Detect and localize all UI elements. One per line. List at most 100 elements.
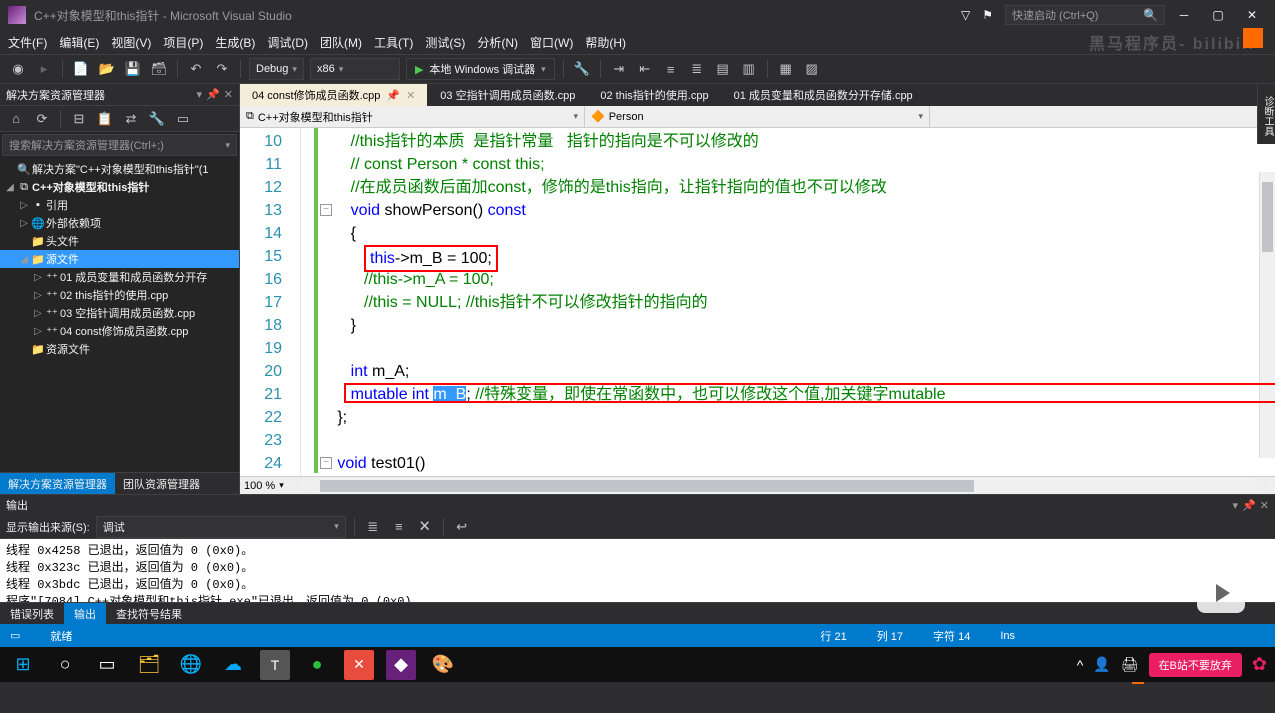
menu-item[interactable]: 分析(N) xyxy=(477,34,518,51)
uncomment-icon[interactable]: ▥ xyxy=(739,59,759,79)
sync-icon[interactable]: ⇄ xyxy=(121,109,141,129)
save-all-icon[interactable]: 🗃 xyxy=(149,59,169,79)
menu-item[interactable]: 团队(M) xyxy=(320,34,362,51)
output-source-combo[interactable]: 调试▾ xyxy=(96,516,346,538)
next-bm-icon[interactable]: ▨ xyxy=(802,59,822,79)
tree-item[interactable]: ▷⁺⁺03 空指针调用成员函数.cpp xyxy=(0,304,239,322)
pin-icon[interactable]: 📌 xyxy=(386,89,400,102)
file-tab[interactable]: 02 this指针的使用.cpp xyxy=(588,84,721,106)
output-tab[interactable]: 输出 xyxy=(64,603,106,624)
home-icon[interactable]: ⌂ xyxy=(6,109,26,129)
menu-item[interactable]: 帮助(H) xyxy=(585,34,626,51)
redo-icon[interactable]: ↷ xyxy=(212,59,232,79)
platform-combo[interactable]: x86▾ xyxy=(310,58,400,80)
nav-project-combo[interactable]: ⧉C++对象模型和this指针▾ xyxy=(240,106,585,127)
zoom-combo[interactable]: 100 %▾ xyxy=(240,480,300,492)
properties-icon[interactable]: 🔧 xyxy=(147,109,167,129)
tray-up-icon[interactable]: ^ xyxy=(1077,657,1084,673)
start-button[interactable]: ⊞ xyxy=(8,650,38,680)
dropdown-icon[interactable]: ▾ xyxy=(197,88,203,101)
cloud-icon[interactable]: ☁ xyxy=(218,650,248,680)
collapse-icon[interactable]: ⊟ xyxy=(69,109,89,129)
maximize-button[interactable]: ▢ xyxy=(1203,5,1233,25)
out-clear-icon[interactable]: 🗙 xyxy=(415,517,435,537)
feedback-icon[interactable]: ⚑ xyxy=(982,8,993,22)
bookmark-icon[interactable]: ▦ xyxy=(776,59,796,79)
output-body[interactable]: 线程 0x4258 已退出，返回值为 0 (0x0)。 线程 0x323c 已退… xyxy=(0,539,1275,602)
tree-item[interactable]: ▷🌐外部依赖项 xyxy=(0,214,239,232)
output-tab[interactable]: 错误列表 xyxy=(0,603,64,624)
tree-item[interactable]: ▷▪引用 xyxy=(0,196,239,214)
nav-member-combo[interactable]: ▾ xyxy=(930,106,1275,127)
start-debug-button[interactable]: ▶本地 Windows 调试器▾ xyxy=(406,58,555,80)
step-icon[interactable]: ⇥ xyxy=(609,59,629,79)
tree-item[interactable]: 🔍解决方案"C++对象模型和this指针"(1 xyxy=(0,160,239,178)
video-play-button[interactable] xyxy=(1197,573,1245,613)
open-file-icon[interactable]: 📂 xyxy=(97,59,117,79)
out-dropdown-icon[interactable]: ▾ xyxy=(1233,499,1239,512)
diagnostic-tools-tab[interactable]: 诊断工具 xyxy=(1257,84,1275,144)
menu-item[interactable]: 编辑(E) xyxy=(59,34,99,51)
scroll-left-icon[interactable]: ◂ xyxy=(300,479,306,493)
tray-people-icon[interactable]: 👤 xyxy=(1093,656,1110,673)
tree-item[interactable]: ▷⁺⁺04 const修饰成员函数.cpp xyxy=(0,322,239,340)
refresh-icon[interactable]: ⟳ xyxy=(32,109,52,129)
nav-class-combo[interactable]: 🔶Person▾ xyxy=(585,106,930,127)
config-combo[interactable]: Debug▾ xyxy=(249,58,304,80)
solution-search-input[interactable]: 搜索解决方案资源管理器(Ctrl+;)▾ xyxy=(2,134,237,156)
out-wrap-icon[interactable]: ↩ xyxy=(452,517,472,537)
tree-item[interactable]: ▷⁺⁺01 成员变量和成员函数分开存 xyxy=(0,268,239,286)
tree-item[interactable]: ▷⁺⁺02 this指针的使用.cpp xyxy=(0,286,239,304)
close-panel-icon[interactable]: ✕ xyxy=(224,88,233,101)
close-button[interactable]: ✕ xyxy=(1237,5,1267,25)
minimize-button[interactable]: ─ xyxy=(1169,5,1199,25)
menu-item[interactable]: 测试(S) xyxy=(425,34,465,51)
task-view-icon[interactable]: ▭ xyxy=(92,650,122,680)
out-find-icon[interactable]: ≣ xyxy=(363,517,383,537)
pin-icon[interactable]: 📌 xyxy=(206,88,220,101)
close-tab-icon[interactable]: ✕ xyxy=(406,89,415,102)
tray-printer-icon[interactable]: 🖨 xyxy=(1121,656,1139,673)
scrollbar-vertical[interactable] xyxy=(1259,172,1275,458)
indent-icon[interactable]: ≡ xyxy=(661,59,681,79)
file-tab[interactable]: 01 成员变量和成员函数分开存储.cpp xyxy=(722,84,926,106)
explorer-icon[interactable]: 🗂 xyxy=(134,650,164,680)
cortana-icon[interactable]: ○ xyxy=(50,650,80,680)
scroll-right-icon[interactable]: ▸ xyxy=(1269,479,1275,493)
file-tab[interactable]: 04 const修饰成员函数.cpp📌✕ xyxy=(240,84,428,106)
vs-taskbar-icon[interactable]: ◆ xyxy=(386,650,416,680)
tree-item[interactable]: 📁资源文件 xyxy=(0,340,239,358)
notification-icon[interactable]: ▽ xyxy=(961,8,970,22)
typora-icon[interactable]: T xyxy=(260,650,290,680)
quick-launch-input[interactable]: 快速启动 (Ctrl+Q)🔍 xyxy=(1005,5,1165,25)
save-icon[interactable]: 💾 xyxy=(123,59,143,79)
tray-ai-icon[interactable]: ✿ xyxy=(1252,654,1267,675)
new-project-icon[interactable]: 📄 xyxy=(71,59,91,79)
line-icon[interactable]: ⇤ xyxy=(635,59,655,79)
out-pin-icon[interactable]: 📌 xyxy=(1242,499,1256,512)
browser-icon[interactable]: 🌐 xyxy=(176,650,206,680)
solution-tab[interactable]: 解决方案资源管理器 xyxy=(0,473,115,494)
outdent-icon[interactable]: ≣ xyxy=(687,59,707,79)
tree-item[interactable]: 📁头文件 xyxy=(0,232,239,250)
menu-item[interactable]: 调试(D) xyxy=(267,34,308,51)
nav-fwd-button[interactable]: ▸ xyxy=(34,59,54,79)
code-content[interactable]: //this指针的本质 是指针常量 指针的指向是不可以修改的 // const … xyxy=(314,128,1275,476)
bilibili-banner[interactable]: 在B站不要放弃 xyxy=(1149,653,1242,677)
menu-item[interactable]: 项目(P) xyxy=(163,34,203,51)
file-tab[interactable]: 03 空指针调用成员函数.cpp xyxy=(428,84,588,106)
undo-icon[interactable]: ↶ xyxy=(186,59,206,79)
menu-item[interactable]: 文件(F) xyxy=(8,34,47,51)
tree-item[interactable]: ◢📁源文件 xyxy=(0,250,239,268)
tb-icon-1[interactable]: 🔧 xyxy=(572,59,592,79)
menu-item[interactable]: 生成(B) xyxy=(215,34,255,51)
out-goto-icon[interactable]: ≡ xyxy=(389,517,409,537)
output-tab[interactable]: 查找符号结果 xyxy=(106,603,192,624)
wechat-icon[interactable]: ● xyxy=(302,650,332,680)
out-close-icon[interactable]: ✕ xyxy=(1260,499,1269,512)
code-viewport[interactable]: 101112131415161718192021222324 //this指针的… xyxy=(240,128,1275,476)
show-all-icon[interactable]: 📋 xyxy=(95,109,115,129)
tree-item[interactable]: ◢⧉C++对象模型和this指针 xyxy=(0,178,239,196)
xmind-icon[interactable]: ✕ xyxy=(344,650,374,680)
nav-back-button[interactable]: ◉ xyxy=(8,59,28,79)
